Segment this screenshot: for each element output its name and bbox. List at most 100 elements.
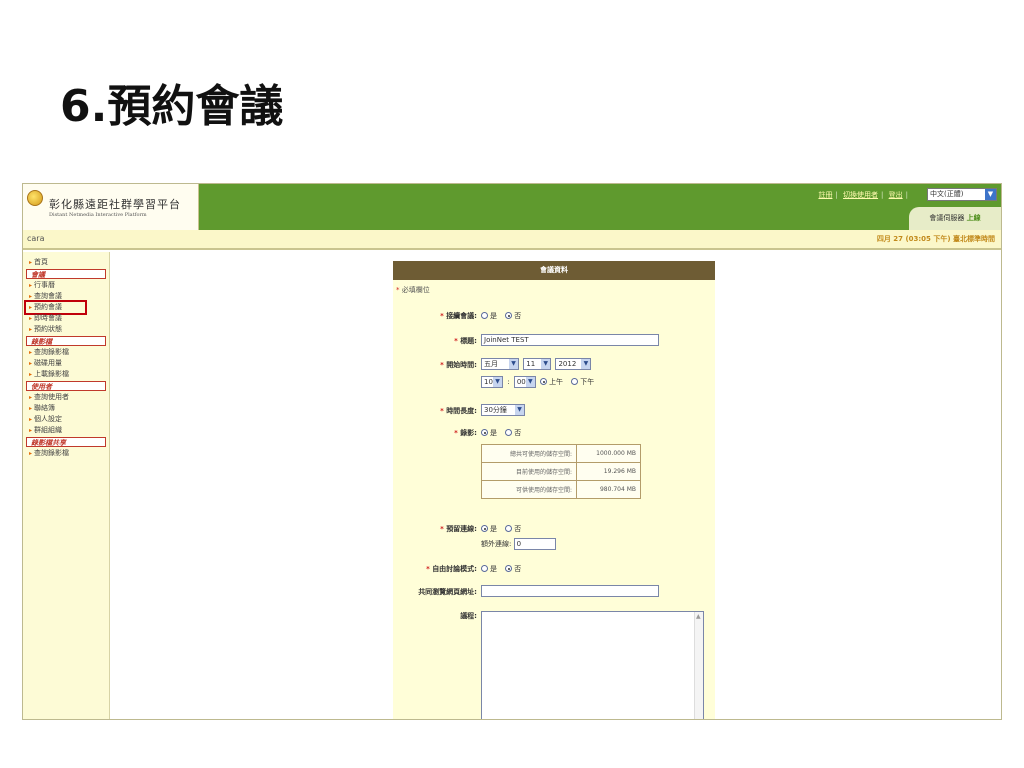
table-row: 總共可使用的儲存空間: 1000.000 MB [481,444,641,463]
reserve-label: * 預留連線: [440,525,477,533]
language-select[interactable]: 中文(正體) ▼ [927,188,997,201]
continue-meeting-label-text: 接續會議: [446,312,477,320]
bullet-icon: ▸ [29,326,33,333]
storage-key: 可供使用的儲存空間: [481,480,577,499]
sidebar-item-label: 查詢錄影檔 [34,348,70,356]
reserve-label-text: 預留連線: [446,525,477,533]
duration-select[interactable]: 30分鐘 ▼ [481,404,525,416]
am-option[interactable]: 上午 [540,378,563,386]
storage-value: 1000.000 MB [576,444,641,463]
chevron-down-icon: ▼ [515,405,524,415]
scroll-up-icon[interactable]: ▲ [696,613,701,620]
extra-connections-input[interactable]: 0 [513,538,556,550]
sidebar-item-search-users[interactable]: ▸ 查詢使用者 [23,392,109,403]
storage-table: 總共可使用的儲存空間: 1000.000 MB 目前使用的儲存空間: 19.296 … [481,444,641,499]
agenda-textarea[interactable]: ▲ [481,611,704,719]
bullet-icon: ▸ [29,293,33,300]
sidebar-item-upload-recording[interactable]: ▸ 上載錄影檔 [23,369,109,380]
minute-select[interactable]: 00 ▼ [513,376,536,388]
emblem-icon [27,190,43,206]
continue-meeting-no[interactable]: 否 [505,312,521,320]
sidebar-item-label: 即時會議 [34,314,63,322]
main-content: 會議資料 * 必填欄位 * 接續會議: 是 否 * 標題: JoinNet TE… [111,252,1001,719]
radio-icon [505,429,513,436]
share-url-input[interactable] [481,585,659,597]
day-select[interactable]: 11 ▼ [523,358,552,370]
radio-icon [481,565,488,572]
radio-icon [481,312,488,319]
share-url-control [481,585,659,599]
record-no[interactable]: 否 [505,429,521,437]
sidebar-item-schedule-meeting[interactable]: ▸ 預約會議 [24,300,87,315]
register-link[interactable]: 註冊 [818,191,832,199]
free-mode-yes[interactable]: 是 [481,565,497,573]
duration-label-text: 時間長度: [446,407,477,415]
reserve-yes[interactable]: 是 [481,525,497,533]
logo-title: 彰化縣遠距社群學習平台 [49,198,181,211]
bullet-icon: ▸ [29,405,33,412]
title-label-text: 標題: [460,337,477,345]
title-input[interactable]: JoinNet TEST [481,334,659,346]
month-value: 五月 [484,360,498,368]
storage-value: 19.296 MB [576,462,641,481]
table-row: 可供使用的儲存空間: 980.704 MB [481,480,641,499]
sidebar-item-reservation-status[interactable]: ▸ 預約狀態 [23,324,109,335]
option-label: 是 [490,429,497,437]
sidebar-item-instant-meeting[interactable]: ▸ 即時會議 [23,313,109,324]
sidebar-item-label: 個人設定 [34,415,63,423]
sidebar-item-contacts[interactable]: ▸ 聯絡簿 [23,403,109,414]
pm-option[interactable]: 下午 [571,378,594,386]
language-value: 中文(正體) [930,190,964,198]
bullet-icon: ▸ [29,427,33,434]
scrollbar[interactable]: ▲ [694,612,703,719]
option-label: 否 [514,312,522,320]
sidebar-group-meeting: 會議 [26,269,106,279]
reserve-options: 是 否 [481,524,527,534]
sidebar-nav: ▸ 首頁 會議 ▸ 行事曆 ▸ 查詢會議 ▸ 預約會議 ▸ 即時會議 ▸ 預約狀態 錄影檔 … [23,252,109,459]
extra-connections-label: 額外連線: [481,540,512,548]
sidebar-item-disk-usage[interactable]: ▸ 磁碟用量 [23,358,109,369]
agenda-label: 議程: [460,612,477,620]
extra-connections: 額外連線: 0 [481,538,556,550]
current-user: cara [27,234,45,243]
radio-checked-icon [505,565,513,572]
sidebar-item-calendar[interactable]: ▸ 行事曆 [23,280,109,291]
meeting-form: 會議資料 * 必填欄位 * 接續會議: 是 否 * 標題: JoinNet TE… [393,261,715,719]
chevron-down-icon: ▼ [581,359,591,369]
reserve-no[interactable]: 否 [505,525,521,533]
sidebar-item-label: 群組組織 [34,426,63,434]
continue-meeting-yes[interactable]: 是 [481,312,497,320]
radio-icon [505,525,513,532]
sidebar-item-label: 查詢使用者 [34,393,70,401]
sidebar-item-search-recordings[interactable]: ▸ 查詢錄影檔 [23,347,109,358]
logout-link[interactable]: 登出 [889,191,903,199]
start-time-label: * 開始時間: [440,361,477,369]
bullet-icon: ▸ [29,394,33,401]
sidebar-group-shared-recordings: 錄影檔共享 [26,437,106,447]
sidebar-item-search-shared-recordings[interactable]: ▸ 查詢錄影檔 [23,448,109,459]
sidebar-item-home[interactable]: ▸ 首頁 [23,257,109,268]
month-select[interactable]: 五月 ▼ [481,358,519,370]
year-select[interactable]: 2012 ▼ [555,358,592,370]
sidebar-item-label: 行事曆 [34,281,56,289]
option-label: 下午 [580,378,595,386]
sidebar-item-search-meeting[interactable]: ▸ 查詢會議 [23,291,109,302]
sidebar-item-personal-settings[interactable]: ▸ 個人設定 [23,414,109,425]
bullet-icon: ▸ [29,349,33,356]
switch-user-link[interactable]: 切換使用者 [843,191,878,199]
sidebar-item-groups[interactable]: ▸ 群組組織 [23,425,109,436]
app-header: 彰化縣遠距社群學習平台 Distant Netmedia Interactive… [23,184,1001,230]
record-yes[interactable]: 是 [481,429,497,437]
sidebar-item-label: 預約狀態 [34,325,63,333]
free-mode-no[interactable]: 否 [505,565,521,573]
bullet-icon: ▸ [29,416,33,423]
logo[interactable]: 彰化縣遠距社群學習平台 Distant Netmedia Interactive… [23,184,199,230]
duration-value: 30分鐘 [484,406,507,414]
chevron-down-icon: ▼ [509,359,518,369]
option-label: 上午 [549,378,564,386]
storage-value: 980.704 MB [576,480,641,499]
option-label: 是 [490,312,497,320]
sidebar: ▸ 首頁 會議 ▸ 行事曆 ▸ 查詢會議 ▸ 預約會議 ▸ 即時會議 ▸ 預約狀態 錄影檔 … [23,252,110,719]
hour-select[interactable]: 10 ▼ [481,376,503,388]
required-note-text: 必填欄位 [401,286,430,294]
